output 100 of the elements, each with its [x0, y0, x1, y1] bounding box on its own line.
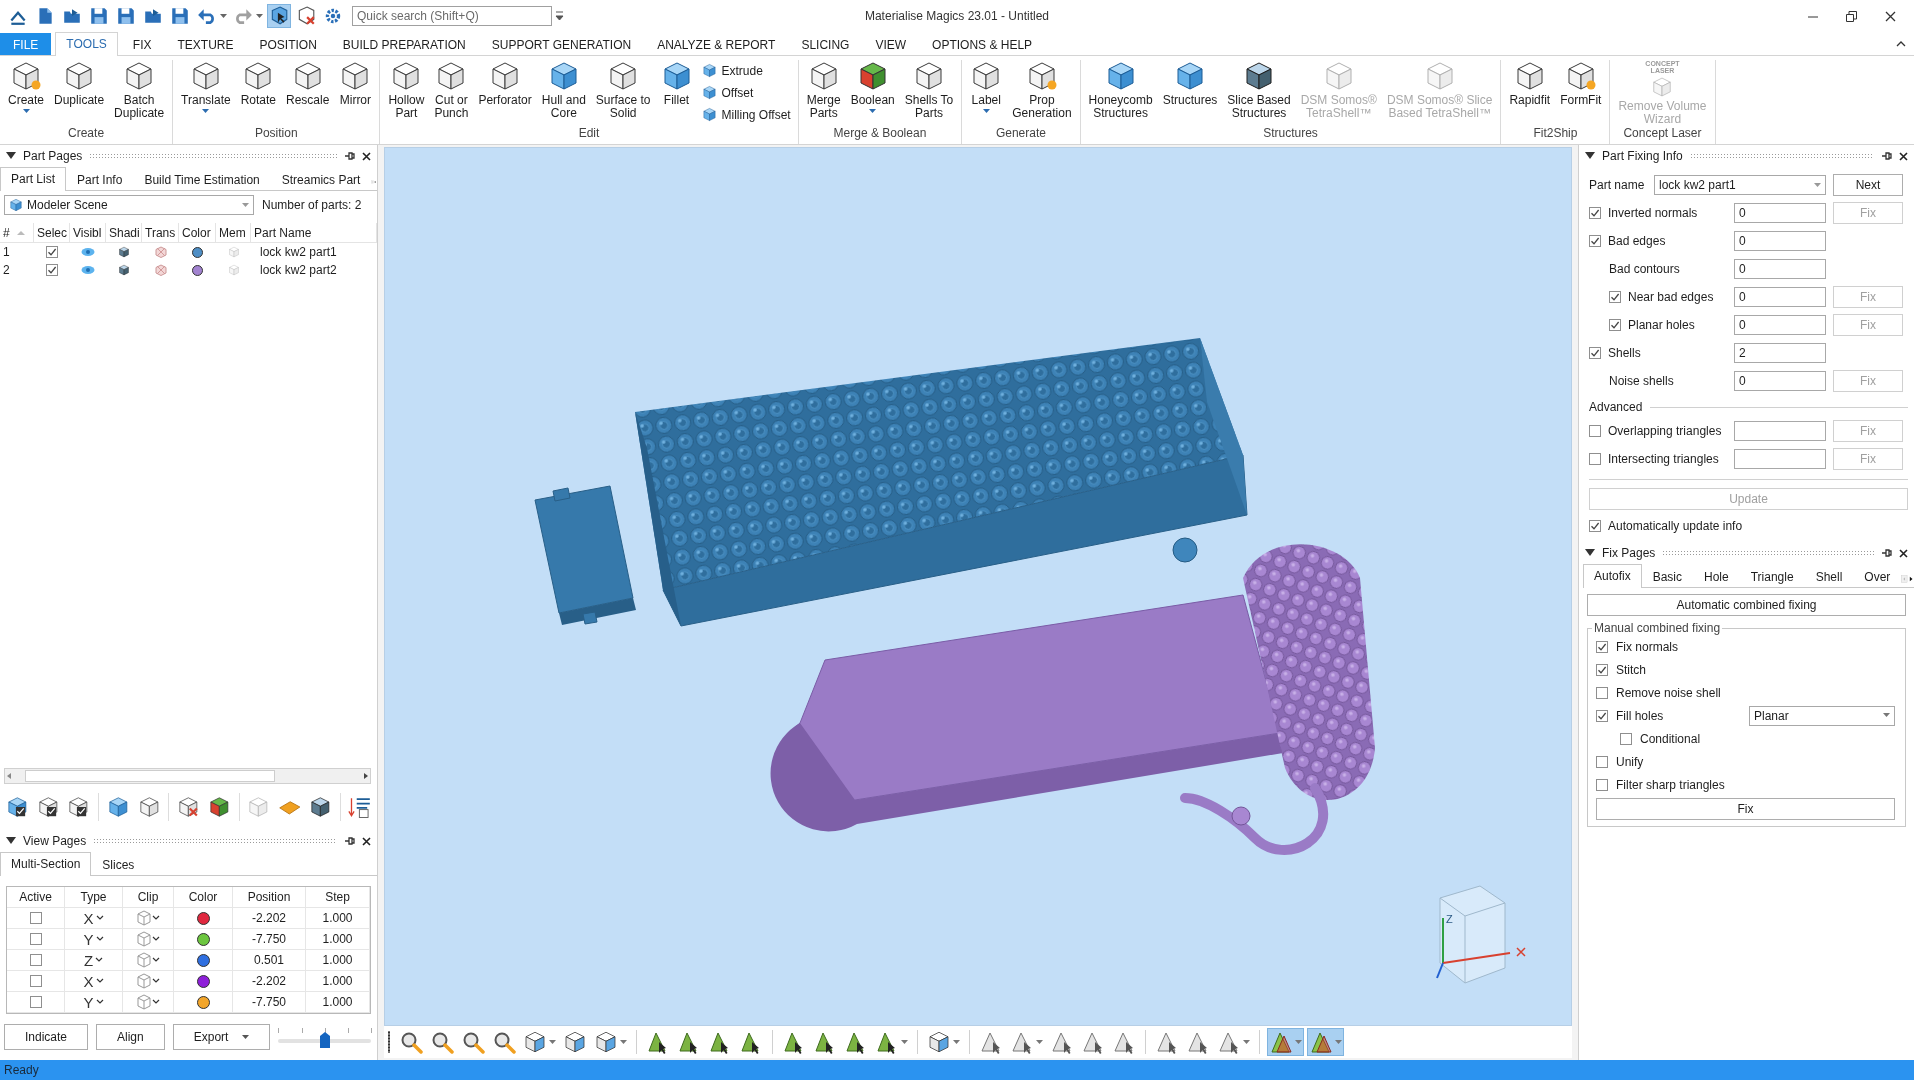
- axis-dropdown[interactable]: X: [65, 908, 123, 929]
- lid-drawing[interactable]: [534, 485, 636, 625]
- value-field[interactable]: 0: [1734, 203, 1826, 223]
- column-header[interactable]: Color: [182, 225, 211, 240]
- checkbox[interactable]: [1596, 663, 1608, 676]
- checkbox[interactable]: [1589, 453, 1601, 465]
- ribbon-button[interactable]: Perforator: [474, 60, 536, 107]
- scroll-right-icon[interactable]: [362, 772, 370, 780]
- checkbox[interactable]: [1596, 755, 1608, 768]
- ribbon-tab[interactable]: OPTIONS & HELP: [921, 33, 1044, 55]
- clip-dropdown-icon[interactable]: [135, 910, 161, 926]
- value-field[interactable]: 0: [1734, 371, 1826, 391]
- button[interactable]: Indicate: [4, 1024, 89, 1050]
- pin-icon[interactable]: [1881, 151, 1892, 161]
- ribbon-button[interactable]: Shells To Parts: [900, 60, 958, 120]
- checkbox[interactable]: [1609, 319, 1621, 331]
- scroll-left-icon[interactable]: [5, 772, 13, 780]
- checkbox[interactable]: [1589, 425, 1601, 437]
- auto-fix-button[interactable]: Automatic combined fixing: [1587, 594, 1906, 616]
- value-field[interactable]: [1734, 421, 1826, 441]
- ribbon-button[interactable]: Hull and Core: [537, 60, 590, 120]
- slider[interactable]: [278, 1026, 371, 1048]
- checkbox[interactable]: [1596, 778, 1608, 791]
- pin-icon[interactable]: [1881, 548, 1892, 558]
- tab[interactable]: Streamics Part: [270, 169, 372, 190]
- checkbox[interactable]: [1589, 235, 1601, 247]
- tab[interactable]: Slices: [91, 854, 146, 875]
- ribbon-button[interactable]: Rapidfit: [1505, 60, 1555, 107]
- ribbon-button[interactable]: Hollow Part: [384, 60, 429, 120]
- ribbon-tab[interactable]: TEXTURE: [166, 33, 245, 55]
- button[interactable]: Export: [172, 1024, 271, 1050]
- scene-dropdown[interactable]: Modeler Scene: [4, 195, 254, 215]
- tab[interactable]: Shell: [1804, 566, 1854, 587]
- column-header[interactable]: #: [3, 225, 10, 240]
- fix-button[interactable]: Fix: [1596, 798, 1895, 820]
- ribbon-tab[interactable]: VIEW: [864, 33, 918, 55]
- column-header[interactable]: Active: [19, 890, 52, 904]
- column-header[interactable]: Visibl: [73, 225, 102, 240]
- tab[interactable]: Multi-Section: [0, 852, 92, 876]
- column-header[interactable]: Type: [80, 890, 107, 904]
- checkbox[interactable]: [1620, 732, 1632, 745]
- ribbon-button[interactable]: Mirror: [335, 60, 376, 107]
- column-header[interactable]: Mem: [219, 225, 246, 240]
- column-header[interactable]: Step: [325, 890, 350, 904]
- checkbox[interactable]: [1596, 686, 1608, 699]
- ribbon-button[interactable]: Structures: [1158, 60, 1222, 107]
- color-dot[interactable]: [192, 246, 203, 258]
- collapse-icon[interactable]: [6, 837, 16, 845]
- ribbon-tab[interactable]: BUILD PREPARATION: [331, 33, 477, 55]
- horizontal-scrollbar[interactable]: [4, 768, 371, 784]
- ribbon-button[interactable]: Rotate: [236, 60, 281, 107]
- cube-icon[interactable]: [118, 264, 130, 276]
- lock-body-drawing[interactable]: [635, 338, 1248, 627]
- dropdown-icon[interactable]: [555, 11, 564, 21]
- part-name-dropdown[interactable]: lock kw2 part1: [1654, 175, 1826, 195]
- restore-icon[interactable]: [1846, 10, 1857, 22]
- close-icon[interactable]: [362, 151, 371, 161]
- ribbon-button[interactable]: Label: [966, 60, 1007, 114]
- ribbon-button[interactable]: Boolean: [846, 60, 899, 114]
- clip-drawing[interactable]: [770, 544, 1375, 855]
- close-icon[interactable]: [362, 836, 371, 846]
- ribbon-tab[interactable]: TOOLS: [55, 32, 118, 56]
- close-icon[interactable]: [1899, 151, 1908, 161]
- tab[interactable]: Part List: [0, 167, 66, 191]
- column-header[interactable]: Selec: [37, 225, 68, 240]
- close-icon[interactable]: [1885, 10, 1896, 22]
- toolbar-button[interactable]: [267, 4, 291, 28]
- slider-thumb[interactable]: [319, 1032, 330, 1048]
- clip-dropdown-icon[interactable]: [135, 994, 161, 1010]
- value-field[interactable]: 0: [1734, 231, 1826, 251]
- checkbox[interactable]: [1609, 291, 1621, 303]
- tab[interactable]: Over: [1853, 566, 1902, 587]
- ribbon-tab[interactable]: SUPPORT GENERATION: [480, 33, 643, 55]
- clip-dropdown-icon[interactable]: [135, 973, 161, 989]
- tab[interactable]: Triangle: [1739, 566, 1805, 587]
- axis-dropdown[interactable]: Y: [65, 992, 123, 1013]
- cube-icon[interactable]: [118, 246, 130, 258]
- column-header[interactable]: Color: [188, 890, 218, 904]
- value-field[interactable]: 0: [1734, 259, 1826, 279]
- color-dot[interactable]: [196, 974, 210, 988]
- ribbon-button[interactable]: Duplicate: [50, 60, 109, 107]
- ribbon-button[interactable]: Rescale: [282, 60, 334, 107]
- value-field[interactable]: [1734, 449, 1826, 469]
- part-name[interactable]: lock kw2 part2: [254, 263, 337, 277]
- ribbon-button[interactable]: Honeycomb Structures: [1084, 60, 1157, 120]
- grip-handle[interactable]: [388, 1031, 390, 1053]
- axis-dropdown[interactable]: Z: [65, 950, 123, 971]
- ribbon-tab[interactable]: FIX: [121, 33, 163, 55]
- fill-mode-dropdown[interactable]: Planar: [1749, 705, 1895, 726]
- collapse-icon[interactable]: [1585, 549, 1595, 557]
- clip-dropdown-icon[interactable]: [135, 931, 161, 947]
- color-dot[interactable]: [196, 995, 210, 1009]
- axis-dropdown[interactable]: Y: [65, 929, 123, 950]
- ribbon-button[interactable]: Slice Based Structures: [1223, 60, 1295, 120]
- collapse-icon[interactable]: [1585, 152, 1595, 160]
- ribbon-button[interactable]: Extrude: [698, 61, 794, 80]
- ribbon-button[interactable]: Prop Generation: [1008, 60, 1076, 120]
- ribbon-tab[interactable]: POSITION: [248, 33, 328, 55]
- next-button[interactable]: Next: [1833, 174, 1903, 196]
- button[interactable]: Align: [96, 1024, 165, 1050]
